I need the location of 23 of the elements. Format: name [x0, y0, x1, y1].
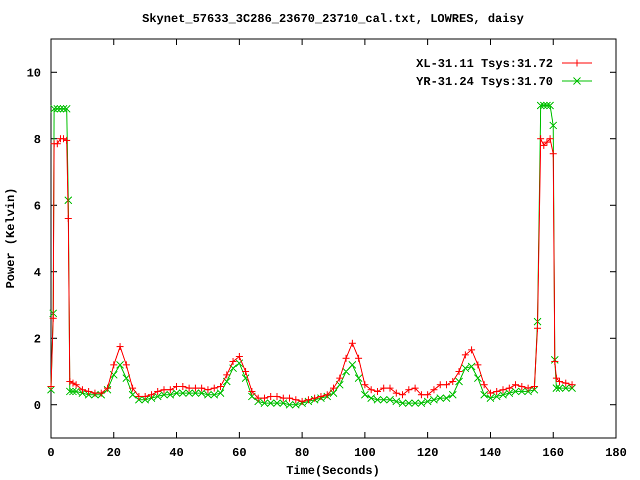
- legend-line: [562, 77, 592, 85]
- y-tick-label: 0: [34, 398, 41, 413]
- x-tick-label: 60: [232, 446, 247, 460]
- legend-label: YR-31.24 Tsys:31.70: [416, 75, 553, 89]
- x-tick-label: 120: [416, 446, 438, 460]
- x-tick-label: 160: [542, 446, 564, 460]
- x-tick-label: 100: [354, 446, 376, 460]
- chart-title: Skynet_57633_3C286_23670_23710_cal.txt, LOWRES, daisy: [142, 12, 524, 26]
- y-tick-label: 8: [34, 132, 41, 147]
- y-tick-label: 10: [26, 66, 41, 80]
- y-axis-label: Power (Kelvin): [4, 188, 18, 288]
- x-tick-label: 20: [106, 446, 121, 460]
- y-tick-label: 4: [34, 266, 41, 280]
- x-tick-label: 0: [47, 446, 55, 460]
- y-tick-label: 2: [34, 332, 41, 346]
- x-axis-label: Time(Seconds): [286, 464, 380, 478]
- x-tick-label: 180: [605, 446, 627, 460]
- x-tick-label: 140: [480, 446, 502, 460]
- legend-line: [562, 59, 592, 67]
- x-tick-label: 40: [169, 446, 184, 460]
- y-tick-label: 6: [34, 199, 41, 214]
- legend-label: XL-31.11 Tsys:31.72: [416, 57, 553, 71]
- x-tick-label: 80: [294, 446, 310, 460]
